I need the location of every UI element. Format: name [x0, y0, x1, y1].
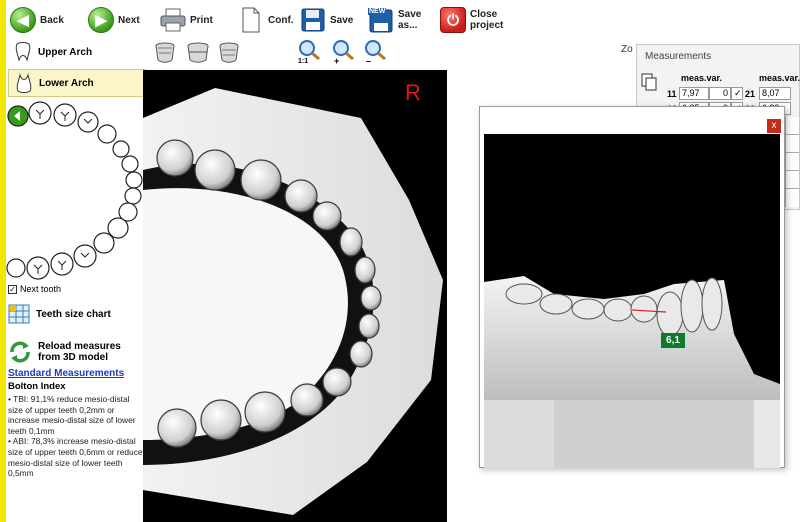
col1-header: meas.var. [681, 73, 723, 83]
tooth-44 [77, 111, 99, 133]
back-button[interactable]: ◀ Back [10, 4, 64, 36]
print-label: Print [190, 14, 213, 26]
tooth-34 [107, 217, 129, 239]
bolton-tbi-text: • TBI: 91,1% reduce mesio-distal size of… [8, 394, 136, 436]
next-tooth-label: Next tooth [20, 284, 62, 294]
tooth-31 [125, 171, 143, 189]
tooth-21-label: 21 [745, 89, 756, 99]
tooth-11-var[interactable]: 0 [709, 87, 731, 100]
tooth-41 [121, 155, 139, 173]
view-toolbar: 1:1 + – [150, 38, 480, 68]
floppy-disk-icon [300, 6, 326, 34]
next-arrow-icon: ▶ [88, 7, 114, 33]
conf-button[interactable]: Conf. [238, 4, 294, 36]
side-3d-view[interactable]: 6,1 [484, 134, 780, 400]
document-icon [238, 6, 264, 34]
next-button[interactable]: ▶ Next [88, 4, 140, 36]
zoom-fit-button[interactable]: 1:1 [298, 40, 322, 68]
upper-arch-button[interactable]: Upper Arch [8, 38, 146, 66]
printer-icon [160, 6, 186, 34]
tooth-45 [53, 103, 77, 127]
col2-header: meas.var. [759, 73, 800, 83]
save-as-icon: NEW [368, 6, 394, 34]
zoom-out-button[interactable]: – [364, 40, 388, 68]
measurements-title: Measurements [645, 51, 712, 62]
tooth-35 [93, 232, 115, 254]
tooth-42 [112, 140, 130, 158]
zoom-in-label: + [334, 56, 340, 66]
back-arrow-icon: ◀ [10, 7, 36, 33]
popup-lower-band [484, 400, 780, 468]
tooth-11-value[interactable]: 7,97 [679, 87, 709, 100]
zoom-1-1-label: 1:1 [298, 58, 309, 65]
zoom-in-button[interactable]: + [332, 40, 356, 68]
close-project-button[interactable]: ⏻ Close project [440, 4, 510, 36]
zoom-label: Zo [621, 44, 633, 55]
main-3d-view[interactable]: R [143, 70, 447, 522]
next-label: Next [118, 14, 140, 26]
upper-view-icon[interactable] [154, 40, 176, 64]
zoom-out-label: – [366, 56, 372, 66]
lower-arch-button[interactable]: Lower Arch [8, 69, 146, 97]
teeth-size-chart-button[interactable]: Teeth size chart [8, 304, 111, 324]
tooth-37 [50, 252, 74, 276]
magnifier-icon [299, 40, 320, 61]
conf-label: Conf. [268, 14, 294, 26]
tooth-11-checkbox[interactable]: ✓ [731, 87, 743, 100]
bolton-index-title: Bolton Index [8, 381, 66, 392]
save-label: Save [330, 14, 354, 26]
grid-chart-icon [8, 304, 30, 324]
save-as-label: Save as... [398, 9, 422, 31]
popup-close-button[interactable]: x [767, 119, 781, 133]
lower-tooth-icon [16, 73, 32, 93]
print-button[interactable]: Print [160, 4, 213, 36]
lower-view-icon[interactable] [218, 40, 240, 64]
next-tooth-checkbox-row[interactable]: ✓ Next tooth [8, 284, 61, 294]
save-button[interactable]: Save [300, 4, 353, 36]
reload-icon [10, 341, 30, 363]
lower-arch-3d-model [143, 88, 443, 515]
standard-measurements-link[interactable]: Standard Measurements [8, 368, 124, 379]
bolton-index-text: • TBI: 91,1% reduce mesio-distal size of… [8, 394, 146, 479]
upper-arch-label: Upper Arch [38, 46, 93, 58]
copy-icon[interactable] [641, 73, 657, 91]
save-as-button[interactable]: NEW Save as... [368, 4, 424, 36]
close-project-label: Close project [470, 9, 504, 31]
side-view-popup: x 6,1 [479, 106, 785, 468]
bolton-abi-text: • ABI: 78,3% increase mesio-distal size … [8, 436, 143, 479]
teeth-size-chart-label: Teeth size chart [36, 308, 111, 320]
tooth-43 [97, 124, 117, 144]
upper-tooth-icon [15, 42, 31, 62]
tooth-48 [6, 258, 26, 278]
power-icon: ⏻ [440, 7, 466, 33]
back-label: Back [40, 14, 64, 26]
reload-measures-button[interactable]: Reload measures from 3D model [8, 340, 138, 364]
tooth-11-label: 11 [667, 89, 677, 99]
main-toolbar: ◀ Back ▶ Next Print Conf. Save NEW Save … [6, 0, 800, 40]
new-badge: NEW [368, 8, 387, 15]
hidden-rows-edge [785, 117, 799, 207]
tooth-36 [73, 244, 97, 268]
both-arches-view-icon[interactable] [186, 40, 210, 64]
next-tooth-checkbox[interactable]: ✓ [8, 284, 17, 294]
tooth-32 [124, 187, 142, 205]
tooth-21-value[interactable]: 8,07 [759, 87, 791, 100]
tooth-38 [26, 256, 50, 280]
measure-value-badge: 6,1 [661, 333, 685, 348]
side-indicator-label: R [405, 80, 421, 105]
tooth-46 [28, 101, 52, 125]
reload-measures-label: Reload measures from 3D model [38, 341, 121, 363]
left-panel: Upper Arch Lower Arch ✓ Next tooth Teeth… [6, 38, 148, 522]
arch-side-3d-model [484, 276, 780, 400]
lower-arch-label: Lower Arch [39, 77, 94, 89]
